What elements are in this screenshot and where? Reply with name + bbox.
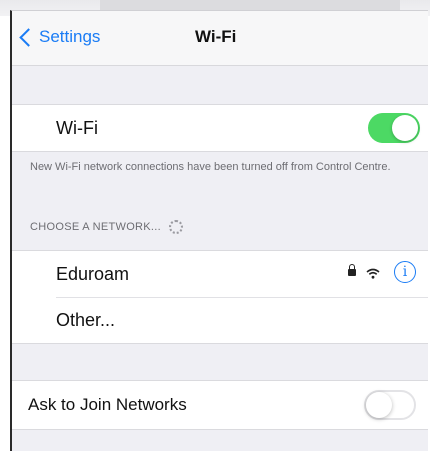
settings-view: Settings Wi-Fi Wi-Fi New Wi-Fi network c… <box>10 10 428 451</box>
wifi-label: Wi-Fi <box>56 118 98 138</box>
ask-to-join-toggle[interactable] <box>364 390 416 420</box>
wifi-toggle[interactable] <box>368 113 420 143</box>
screen: Settings Wi-Fi Wi-Fi New Wi-Fi network c… <box>0 0 430 451</box>
info-icon[interactable]: i <box>394 261 416 283</box>
lock-icon <box>348 264 356 276</box>
chevron-left-icon <box>19 27 38 47</box>
wifi-footnote: New Wi-Fi network connections have been … <box>30 161 391 173</box>
ask-to-join-row: Ask to Join Networks <box>12 380 428 430</box>
page-title: Wi-Fi <box>195 27 237 46</box>
section-spacer <box>12 66 428 104</box>
network-name: Eduroam <box>56 264 130 284</box>
network-name: Other... <box>56 310 116 330</box>
network-row-other[interactable]: Other... <box>12 297 428 343</box>
ask-to-join-label: Ask to Join Networks <box>28 395 187 414</box>
toggle-knob <box>392 115 418 141</box>
wifi-toggle-row: Wi-Fi <box>12 104 428 152</box>
navigation-bar: Settings Wi-Fi <box>12 11 428 66</box>
network-list: Eduroam i Other... <box>12 250 428 344</box>
wifi-signal-icon <box>366 266 380 282</box>
back-button-label: Settings <box>39 27 101 46</box>
toggle-knob <box>366 392 392 418</box>
back-button[interactable]: Settings <box>18 27 100 47</box>
network-row-eduroam[interactable]: Eduroam i <box>12 251 428 297</box>
section-header-label: CHOOSE A NETWORK... <box>30 221 161 233</box>
loading-spinner-icon <box>169 220 183 234</box>
choose-network-header: CHOOSE A NETWORK... <box>30 220 183 234</box>
